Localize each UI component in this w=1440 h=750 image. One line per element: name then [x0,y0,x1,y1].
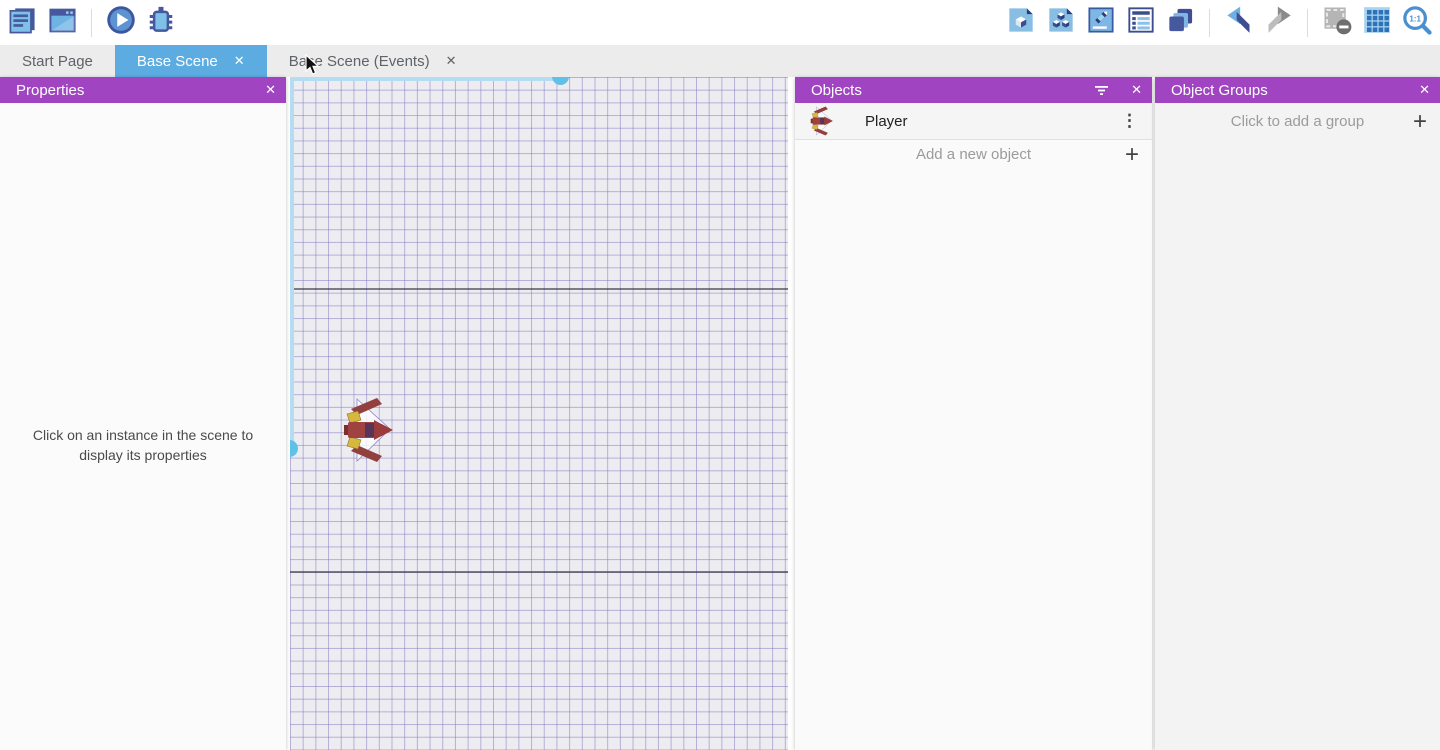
layers-icon [1167,6,1195,39]
plus-icon[interactable]: + [1413,110,1427,134]
toggle-mask-button[interactable] [1322,8,1351,37]
toolbar-separator [1209,9,1210,37]
object-row-player[interactable]: Player ⋮ [795,103,1152,140]
undo-icon [1225,6,1253,39]
zoom-ratio-label: 1:1 [1409,14,1421,23]
toolbar-right-group: 1:1 [1006,8,1440,37]
panel-title: Objects [811,82,862,99]
main-toolbar: 1:1 [0,0,1440,45]
open-layers-panel-button[interactable] [1166,8,1195,37]
instances-list-icon [1127,6,1155,39]
close-icon[interactable]: ✕ [1419,82,1430,98]
toggle-grid-button[interactable] [1362,8,1391,37]
undo-button[interactable] [1224,8,1253,37]
open-object-groups-panel-button[interactable] [1046,8,1075,37]
properties-empty-message: Click on an instance in the scene to dis… [0,425,286,465]
start-page-window-icon [48,6,77,40]
properties-panel-header: Properties ✕ [0,77,286,103]
object-groups-panel-icon [1047,6,1075,39]
open-objects-panel-button[interactable] [1006,8,1035,37]
mask-icon [1322,5,1352,40]
vertical-scrollbar-thumb[interactable] [290,440,298,457]
player-instance[interactable] [344,397,394,463]
add-group-button[interactable]: Click to add a group + [1155,103,1440,140]
zoom-original-button[interactable]: 1:1 [1402,8,1431,37]
preview-button[interactable] [106,8,135,37]
objects-panel-header: Objects ✕ [795,77,1152,103]
project-manager-icon [8,6,37,40]
object-groups-panel: Object Groups ✕ Click to add a group + [1155,77,1440,750]
debug-button[interactable] [146,8,175,37]
redo-icon [1265,6,1293,39]
open-properties-panel-button[interactable] [1086,8,1115,37]
player-thumbnail [807,106,837,136]
toolbar-separator [91,9,92,37]
editor-tabbar: Start Page Base Scene ✕ Base Scene (Even… [0,45,1440,77]
object-name: Player [865,113,1107,130]
properties-panel: Properties ✕ Click on an instance in the… [0,77,286,750]
toolbar-left-group [0,8,175,37]
add-group-label: Click to add a group [1231,113,1364,130]
add-object-button[interactable]: Add a new object + [795,140,1152,169]
toolbar-separator [1307,9,1308,37]
debug-bug-icon [146,5,176,40]
tab-label: Base Scene (Events) [289,53,430,70]
tab-label: Base Scene [137,53,218,70]
scene-window-top-border [290,288,788,290]
open-instances-list-button[interactable] [1126,8,1155,37]
scene-editor-canvas[interactable] [290,77,788,750]
zoom-1-1-icon: 1:1 [1402,5,1432,40]
add-object-label: Add a new object [916,146,1031,163]
panel-title: Object Groups [1171,82,1268,99]
vertical-scrollbar-track[interactable] [290,77,294,449]
panel-title: Properties [16,82,84,99]
scene-window-bottom-border [290,571,788,573]
redo-button[interactable] [1264,8,1293,37]
horizontal-scrollbar-thumb[interactable] [552,77,569,85]
play-icon [106,5,136,40]
close-icon[interactable]: ✕ [265,82,276,98]
close-icon[interactable]: ✕ [234,53,245,69]
objects-panel-icon [1007,6,1035,39]
objects-panel: Objects ✕ Player ⋮ Add a new object + [795,77,1152,750]
grid-icon [1363,6,1391,39]
tab-base-scene-events[interactable]: Base Scene (Events) ✕ [267,45,479,77]
tab-label: Start Page [22,53,93,70]
horizontal-scrollbar-track[interactable] [290,77,562,81]
filter-icon[interactable] [1094,84,1109,97]
plus-icon[interactable]: + [1125,143,1139,167]
close-icon[interactable]: ✕ [446,53,457,69]
start-page-button[interactable] [48,8,77,37]
object-groups-panel-header: Object Groups ✕ [1155,77,1440,103]
tab-base-scene[interactable]: Base Scene ✕ [115,45,267,77]
project-manager-button[interactable] [8,8,37,37]
close-icon[interactable]: ✕ [1131,82,1142,98]
tab-start-page[interactable]: Start Page [0,45,115,77]
kebab-menu-icon[interactable]: ⋮ [1107,111,1152,131]
properties-panel-icon [1087,6,1115,39]
